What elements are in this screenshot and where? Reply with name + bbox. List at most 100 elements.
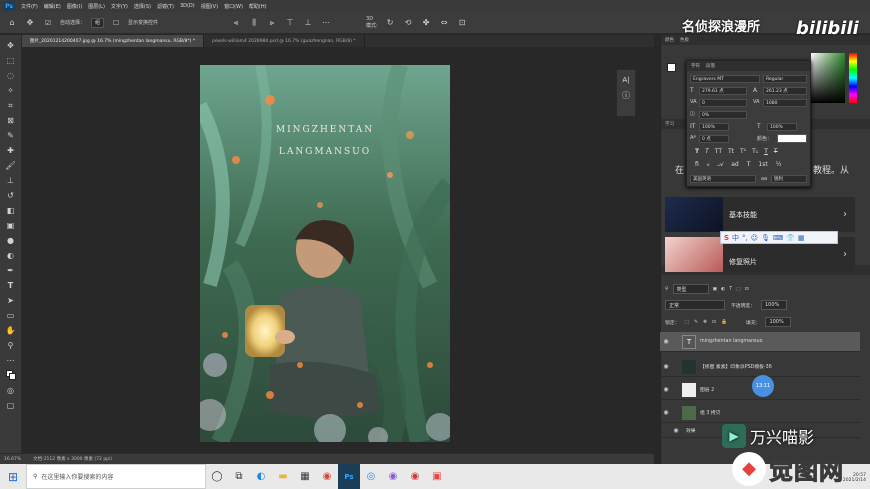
gradient-tool-icon[interactable]: ▣ [4, 219, 18, 232]
tab-character[interactable]: 字符 [691, 63, 700, 69]
tab-swatches[interactable]: 色板 [680, 37, 689, 43]
kerning-input[interactable]: 0 [699, 99, 747, 107]
vertical-scale-input[interactable]: 100% [699, 123, 729, 131]
healing-brush-icon[interactable]: ✚ [4, 144, 18, 157]
leading-input[interactable]: 261.23 点 [763, 87, 807, 95]
eye-icon[interactable]: ◉ [660, 363, 672, 370]
layer-name[interactable]: 图层 2 [700, 386, 714, 393]
fill-input[interactable]: 100% [765, 317, 792, 327]
chrome-icon[interactable]: ◉ [316, 464, 338, 489]
roll-3d-icon[interactable]: ⟲ [402, 17, 414, 29]
app-icon[interactable]: ▣ [426, 464, 448, 489]
pan-3d-icon[interactable]: ✤ [420, 17, 432, 29]
menu-item[interactable]: 图层(L) [88, 3, 105, 10]
lock-all-icon[interactable]: 🔒 [721, 320, 727, 325]
checkbox-icon[interactable]: ☐ [110, 17, 122, 29]
task-view-icon[interactable]: ◯ [206, 464, 228, 489]
tab-document-2[interactable]: pexels-william4 2028980.psd @ 16.7% (gua… [204, 35, 365, 47]
filter-type-icon[interactable]: T [729, 287, 732, 292]
photoshop-taskbar-icon[interactable]: Ps [338, 464, 360, 489]
path-select-icon[interactable]: ➤ [4, 294, 18, 307]
edge-icon[interactable]: ◐ [250, 464, 272, 489]
filter-adjust-icon[interactable]: ◐ [721, 287, 725, 292]
move-tool-icon[interactable]: ✥ [4, 39, 18, 52]
tab-learn[interactable]: 学习 [665, 121, 674, 127]
baseline-input[interactable]: 0 点 [699, 135, 729, 143]
eye-icon[interactable]: ◉ [660, 338, 672, 345]
horizontal-scale-input[interactable]: 100% [767, 123, 797, 131]
menu-item[interactable]: 视图(V) [201, 3, 218, 10]
layer-name[interactable]: 【修图 素素】印象派PSD模板-36 [700, 363, 772, 370]
eyedropper-icon[interactable]: ✎ [4, 129, 18, 142]
character-panel-icon[interactable]: A| [622, 76, 629, 84]
canvas-photo[interactable]: MINGZHENTAN LANGMANSUO [200, 65, 450, 442]
app-icon[interactable]: ◎ [360, 464, 382, 489]
eye-icon[interactable]: ◉ [660, 409, 672, 416]
opacity-input[interactable]: 100% [761, 300, 787, 310]
underline-icon[interactable]: T [764, 148, 768, 155]
slide-3d-icon[interactable]: ⇔ [438, 17, 450, 29]
info-icon[interactable]: ⓘ [622, 90, 630, 101]
color-picker[interactable] [811, 53, 861, 103]
faux-italic-icon[interactable]: T [705, 148, 709, 155]
stylistic-icon[interactable]: ad [731, 161, 739, 169]
eye-icon[interactable]: ◉ [660, 386, 672, 393]
filter-pixel-icon[interactable]: ▣ [713, 287, 718, 292]
align-middle-icon[interactable]: ⊥ [302, 17, 314, 29]
fraction-icon[interactable]: ½ [776, 161, 782, 169]
swash-icon[interactable]: 𝒜 [718, 161, 724, 169]
text-color-swatch[interactable] [777, 134, 807, 143]
ime-skin-icon[interactable]: 👕 [786, 234, 795, 242]
pen-tool-icon[interactable]: ✒ [4, 264, 18, 277]
foreground-swatch-icon[interactable] [667, 63, 676, 72]
magic-wand-icon[interactable]: ✧ [4, 84, 18, 97]
superscript-icon[interactable]: T¹ [740, 148, 746, 155]
blur-tool-icon[interactable]: ● [4, 234, 18, 247]
eraser-icon[interactable]: ◧ [4, 204, 18, 217]
font-style-select[interactable]: Regular [763, 75, 807, 83]
align-left-icon[interactable]: ⫷ [230, 17, 242, 29]
faux-bold-icon[interactable]: T [695, 148, 699, 155]
menu-item[interactable]: 窗口(W) [224, 3, 243, 10]
lasso-tool-icon[interactable]: ◌ [4, 69, 18, 82]
layer-name[interactable]: 组 3 拷贝 [700, 409, 721, 416]
taskbar-search[interactable]: ⚲ 在这里输入你要搜索的内容 [26, 464, 206, 489]
ime-grid-icon[interactable]: ▦ [798, 234, 805, 242]
checkbox-icon[interactable]: ☑ [42, 17, 54, 29]
store-icon[interactable]: ▦ [294, 464, 316, 489]
zoom-tool-icon[interactable]: ⚲ [4, 339, 18, 352]
menu-item[interactable]: 图像(I) [67, 3, 82, 10]
dodge-tool-icon[interactable]: ◐ [4, 249, 18, 262]
layer-row[interactable]: ◉ 组 3 拷贝 [660, 403, 860, 423]
align-right-icon[interactable]: ⫸ [266, 17, 278, 29]
titling-icon[interactable]: T [747, 161, 751, 169]
lock-artboard-icon[interactable]: ⊡ [712, 320, 716, 325]
menu-item[interactable]: 3D(D) [180, 3, 195, 10]
learn-card-basic[interactable]: 基本技能 › [665, 197, 855, 232]
shape-tool-icon[interactable]: ▭ [4, 309, 18, 322]
more-tools-icon[interactable]: ⋯ [4, 354, 18, 367]
windows-start-icon[interactable]: ⊞ [0, 464, 26, 489]
menu-item[interactable]: 滤镜(T) [157, 3, 174, 10]
task-switch-icon[interactable]: ⧉ [228, 464, 250, 489]
ime-chinese-icon[interactable]: 中 [732, 233, 739, 243]
filter-shape-icon[interactable]: ⬚ [736, 287, 741, 292]
filter-smart-icon[interactable]: ⊡ [745, 287, 749, 292]
tab-paragraph[interactable]: 段落 [706, 63, 715, 69]
eye-icon[interactable]: ◉ [670, 427, 682, 434]
tab-document-1[interactable]: 图片_20201214200407.jpg @ 16.7% (mingzhent… [22, 35, 205, 47]
strikethrough-icon[interactable]: T [774, 148, 778, 155]
file-explorer-icon[interactable]: ▬ [272, 464, 294, 489]
align-top-icon[interactable]: ⊤ [284, 17, 296, 29]
scale-3d-icon[interactable]: ⊡ [456, 17, 468, 29]
marquee-tool-icon[interactable]: ⬚ [4, 54, 18, 67]
subscript-icon[interactable]: T₁ [752, 148, 758, 155]
font-family-select[interactable]: Engravers MT [690, 75, 760, 83]
app-icon[interactable]: ◉ [382, 464, 404, 489]
tsume-input[interactable]: 0% [699, 111, 747, 119]
menu-item[interactable]: 选择(S) [134, 3, 151, 10]
tab-color[interactable]: 颜色 [665, 37, 674, 43]
netease-music-icon[interactable]: ◉ [404, 464, 426, 489]
ime-punct-icon[interactable]: °, [742, 234, 748, 242]
move-tool-icon[interactable]: ✥ [24, 17, 36, 29]
